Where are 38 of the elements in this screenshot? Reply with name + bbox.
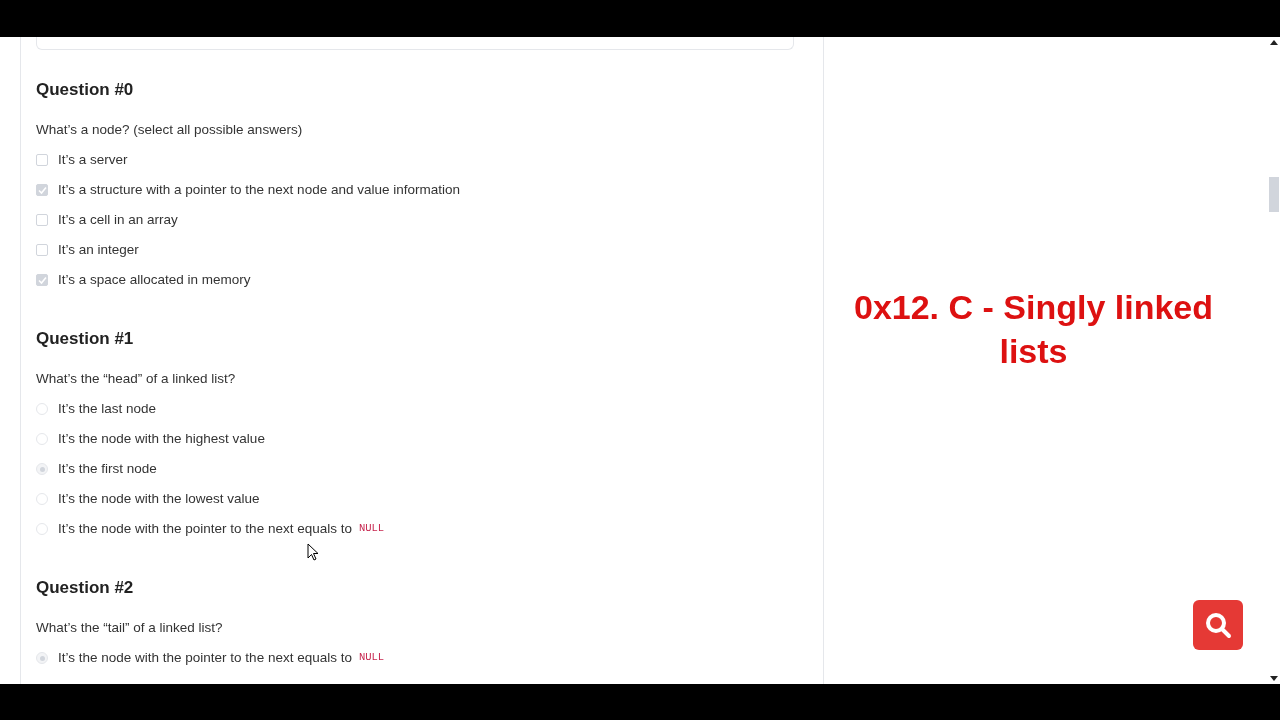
answer-option[interactable]: It’s the first node	[58, 459, 157, 479]
scroll-up-icon[interactable]	[1270, 40, 1278, 45]
mouse-cursor-icon	[307, 543, 319, 561]
answer-option[interactable]: It’s a space allocated in memory	[58, 270, 251, 290]
code-snippet: NULL	[358, 650, 385, 666]
checkbox[interactable]	[36, 214, 48, 226]
question-prompt: What’s the “head” of a linked list?	[36, 370, 236, 388]
checkbox[interactable]	[36, 274, 48, 286]
radio-button[interactable]	[36, 403, 48, 415]
scroll-thumb[interactable]	[1269, 177, 1279, 212]
question-heading: Question #0	[36, 79, 135, 101]
answer-option[interactable]: It’s the node with the pointer to the next equals to	[58, 519, 352, 539]
radio-button[interactable]	[36, 493, 48, 505]
checkbox[interactable]	[36, 184, 48, 196]
answer-option[interactable]: It’s an integer	[58, 240, 139, 260]
radio-button[interactable]	[36, 433, 48, 445]
answer-option[interactable]: It’s the node with the pointer to the next equals to	[58, 648, 352, 668]
code-snippet: NULL	[358, 521, 385, 537]
radio-button[interactable]	[36, 463, 48, 475]
answer-option[interactable]: It’s a server	[58, 150, 128, 170]
answer-option[interactable]: It’s a structure with a pointer to the next node and value information	[58, 180, 460, 200]
scroll-down-icon[interactable]	[1270, 676, 1278, 681]
scrollbar[interactable]	[1268, 37, 1280, 684]
answer-option[interactable]: It’s the node with the lowest value	[58, 489, 260, 509]
answer-option[interactable]: It’s a cell in an array	[58, 210, 178, 230]
question-prompt: What’s a node? (select all possible answers)	[36, 121, 303, 139]
search-icon	[1204, 611, 1232, 639]
search-button[interactable]	[1193, 600, 1243, 650]
answer-option[interactable]: It’s the node with the highest value	[58, 429, 265, 449]
checkbox[interactable]	[36, 154, 48, 166]
question-prompt: What’s the “tail” of a linked list?	[36, 619, 223, 637]
question-heading: Question #2	[36, 577, 135, 599]
overlay-title: 0x12. C - Singly linked lists	[853, 287, 1214, 372]
radio-button[interactable]	[36, 523, 48, 535]
answer-option[interactable]: It’s the last node	[58, 399, 157, 419]
checkbox[interactable]	[36, 244, 48, 256]
question-heading: Question #1	[36, 328, 135, 350]
radio-button[interactable]	[36, 652, 48, 664]
